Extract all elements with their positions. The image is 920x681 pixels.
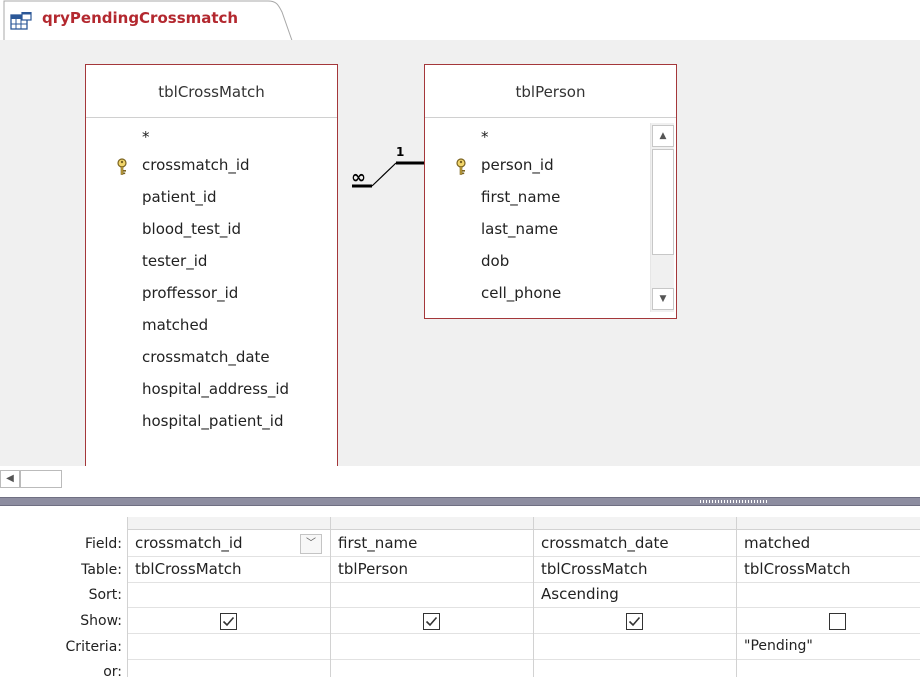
pane-splitter[interactable] (0, 497, 920, 506)
field-label: proffessor_id (142, 284, 239, 302)
checkmark-icon (628, 616, 641, 627)
grid-column[interactable]: crossmatch_date tblCrossMatch Ascending (533, 517, 736, 677)
table-title[interactable]: tblCrossMatch (86, 65, 337, 119)
field-label: hospital_address_id (142, 380, 290, 398)
field-label: first_name (481, 188, 561, 206)
scroll-thumb[interactable] (20, 470, 62, 488)
field-patient-id[interactable]: patient_id (86, 181, 337, 213)
field-crossmatch-date[interactable]: crossmatch_date (86, 341, 337, 373)
field-dob[interactable]: dob (425, 245, 676, 277)
row-label-field: Field: (84, 536, 122, 552)
field-label: tester_id (142, 252, 208, 270)
field-label: * (142, 128, 150, 146)
field-label: patient_id (142, 188, 217, 206)
field-person-id[interactable]: person_id (425, 149, 676, 181)
tab-qry-pending-crossmatch[interactable]: qryPendingCrossmatch (0, 0, 300, 41)
table-vertical-scrollbar[interactable]: ▲ ▼ (650, 123, 674, 312)
grid-column[interactable]: matched tblCrossMatch "Pending" (736, 517, 920, 677)
show-checkbox[interactable] (626, 613, 643, 630)
field-cell[interactable]: first_name (331, 534, 533, 552)
field-label: crossmatch_id (142, 156, 250, 174)
column-selector[interactable] (128, 517, 330, 530)
field-all-columns[interactable]: * (86, 123, 337, 149)
show-checkbox[interactable] (423, 613, 440, 630)
field-label: blood_test_id (142, 220, 242, 238)
table-box-tblcrossmatch[interactable]: tblCrossMatch * crossmatch_id patient_id… (85, 64, 338, 466)
row-label-table: Table: (81, 562, 122, 578)
column-selector[interactable] (534, 517, 736, 530)
field-label: * (481, 128, 489, 146)
row-label-show: Show: (80, 613, 122, 629)
field-tester-id[interactable]: tester_id (86, 245, 337, 277)
tab-title: qryPendingCrossmatch (42, 9, 239, 27)
field-label: matched (142, 316, 209, 334)
field-first-name[interactable]: first_name (425, 181, 676, 213)
checkmark-icon (222, 616, 235, 627)
relationship-join-line[interactable]: ∞ 1 (350, 136, 430, 196)
table-box-tblperson[interactable]: tblPerson * person_id first_name last_na… (424, 64, 677, 319)
field-list: * crossmatch_id patient_id blood_test_id… (86, 123, 337, 437)
row-label-or: or: (103, 664, 122, 680)
one-symbol: 1 (396, 145, 404, 159)
field-list: * person_id first_name last_name dob cel… (425, 123, 676, 309)
grid-column[interactable]: first_name tblPerson (330, 517, 533, 677)
criteria-cell[interactable]: "Pending" (737, 638, 920, 654)
field-label: hospital_patient_id (142, 412, 284, 430)
show-checkbox[interactable] (829, 613, 846, 630)
grid-column[interactable]: crossmatch_id ﹀ tblCrossMatch (127, 517, 330, 677)
table-cell[interactable]: tblCrossMatch (534, 560, 736, 578)
table-cell[interactable]: tblPerson (331, 560, 533, 578)
field-cell-phone[interactable]: cell_phone (425, 277, 676, 309)
field-label: last_name (481, 220, 559, 238)
query-icon (10, 11, 32, 32)
column-selector[interactable] (737, 517, 920, 530)
field-crossmatch-id[interactable]: crossmatch_id (86, 149, 337, 181)
field-label: crossmatch_date (142, 348, 270, 366)
field-last-name[interactable]: last_name (425, 213, 676, 245)
field-hospital-address-id[interactable]: hospital_address_id (86, 373, 337, 405)
row-label-criteria: Criteria: (65, 639, 122, 655)
table-title-divider (86, 117, 337, 118)
field-blood-test-id[interactable]: blood_test_id (86, 213, 337, 245)
table-cell[interactable]: tblCrossMatch (737, 560, 920, 578)
query-design-pane[interactable]: tblCrossMatch * crossmatch_id patient_id… (0, 40, 920, 466)
design-horizontal-scrollbar[interactable]: ◀ (0, 466, 920, 492)
row-label-sort: Sort: (88, 587, 122, 603)
scroll-down-arrow-icon[interactable]: ▼ (652, 288, 674, 310)
show-checkbox[interactable] (220, 613, 237, 630)
field-label: cell_phone (481, 284, 562, 302)
table-cell[interactable]: tblCrossMatch (128, 560, 330, 578)
field-cell[interactable]: crossmatch_date (534, 534, 736, 552)
document-tab-strip: qryPendingCrossmatch (0, 0, 920, 41)
chevron-down-icon[interactable]: ﹀ (300, 534, 322, 554)
primary-key-icon (455, 155, 467, 175)
query-design-grid[interactable]: Field: Table: Sort: Show: Criteria: or: … (0, 506, 920, 681)
primary-key-icon (116, 155, 128, 175)
scroll-left-arrow-icon[interactable]: ◀ (0, 470, 20, 488)
field-proffessor-id[interactable]: proffessor_id (86, 277, 337, 309)
field-label: dob (481, 252, 510, 270)
field-all-columns[interactable]: * (425, 123, 676, 149)
table-title[interactable]: tblPerson (425, 65, 676, 119)
field-matched[interactable]: matched (86, 309, 337, 341)
splitter-grip[interactable] (700, 500, 768, 503)
field-hospital-patient-id[interactable]: hospital_patient_id (86, 405, 337, 437)
column-selector[interactable] (331, 517, 533, 530)
scroll-thumb[interactable] (652, 149, 674, 255)
sort-cell[interactable]: Ascending (534, 585, 736, 603)
scroll-up-arrow-icon[interactable]: ▲ (652, 125, 674, 147)
field-cell[interactable]: matched (737, 534, 920, 552)
field-label: person_id (481, 156, 554, 174)
table-title-divider (425, 117, 676, 118)
checkmark-icon (425, 616, 438, 627)
